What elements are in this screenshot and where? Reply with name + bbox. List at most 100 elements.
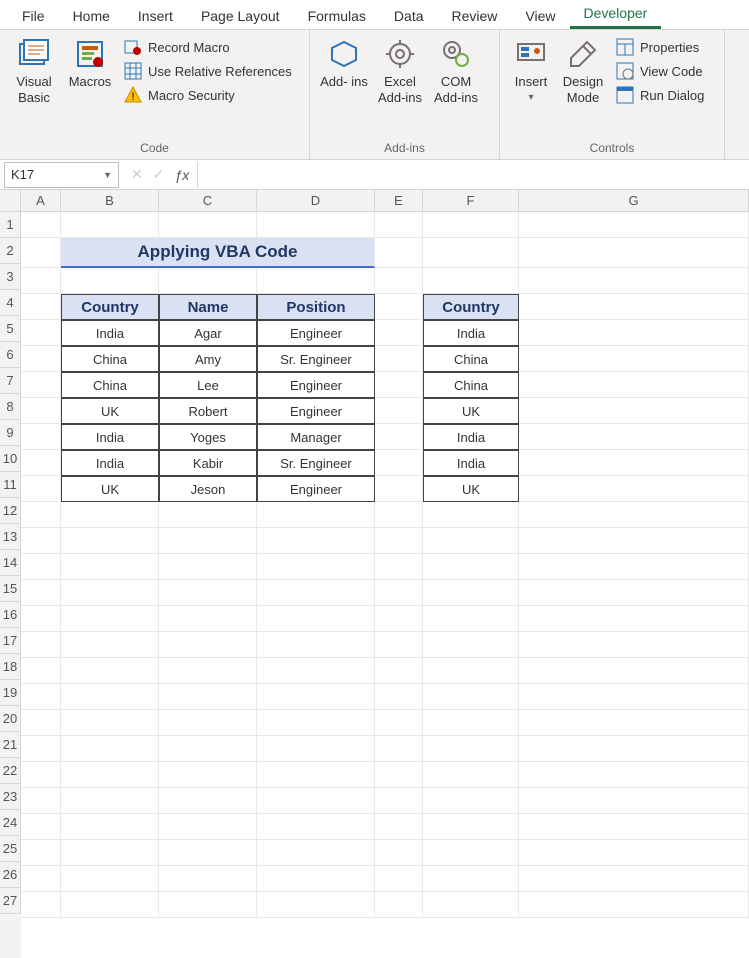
cell[interactable] (159, 892, 257, 918)
cell[interactable]: China (61, 346, 159, 372)
cell[interactable] (257, 788, 375, 814)
cell[interactable] (21, 268, 61, 294)
cell[interactable] (159, 528, 257, 554)
cell[interactable] (423, 580, 519, 606)
tab-developer[interactable]: Developer (570, 0, 662, 29)
cell[interactable] (159, 606, 257, 632)
row-header[interactable]: 21 (0, 732, 21, 758)
cell[interactable]: Jeson (159, 476, 257, 502)
cell[interactable] (61, 762, 159, 788)
cell[interactable] (21, 684, 61, 710)
cell[interactable] (423, 632, 519, 658)
cell[interactable] (519, 866, 749, 892)
cell[interactable] (159, 580, 257, 606)
cell[interactable] (375, 346, 423, 372)
cell[interactable] (159, 632, 257, 658)
cell[interactable] (21, 424, 61, 450)
cell[interactable] (21, 814, 61, 840)
cell[interactable] (257, 892, 375, 918)
cell[interactable] (519, 450, 749, 476)
cell[interactable] (375, 398, 423, 424)
cell[interactable] (423, 658, 519, 684)
cell[interactable] (375, 892, 423, 918)
cell[interactable] (21, 238, 61, 268)
cell[interactable] (159, 554, 257, 580)
cell[interactable] (21, 294, 61, 320)
run-dialog-button[interactable]: Run Dialog (614, 84, 706, 106)
cell[interactable] (519, 840, 749, 866)
cell[interactable] (423, 788, 519, 814)
cell[interactable]: UK (61, 476, 159, 502)
cell[interactable] (21, 372, 61, 398)
cell[interactable] (375, 840, 423, 866)
cell[interactable] (61, 710, 159, 736)
cell[interactable]: Engineer (257, 320, 375, 346)
cell[interactable] (21, 866, 61, 892)
cell[interactable] (61, 840, 159, 866)
cell[interactable] (61, 212, 159, 238)
tab-formulas[interactable]: Formulas (294, 2, 380, 29)
cell[interactable] (61, 658, 159, 684)
cell[interactable] (61, 528, 159, 554)
cell[interactable] (21, 528, 61, 554)
col-header[interactable]: F (423, 190, 519, 212)
cell[interactable] (375, 658, 423, 684)
cell[interactable] (423, 606, 519, 632)
com-addins-button[interactable]: COM Add-ins (428, 34, 484, 109)
cell[interactable] (375, 450, 423, 476)
cell[interactable] (21, 212, 61, 238)
cell[interactable] (519, 424, 749, 450)
cell[interactable]: UK (423, 398, 519, 424)
cell[interactable] (257, 684, 375, 710)
cell[interactable] (375, 554, 423, 580)
cell[interactable] (257, 814, 375, 840)
cell[interactable]: Agar (159, 320, 257, 346)
row-header[interactable]: 16 (0, 602, 21, 628)
cell[interactable]: Engineer (257, 398, 375, 424)
cancel-icon[interactable]: ✕ (131, 166, 143, 183)
cell[interactable] (519, 762, 749, 788)
cell[interactable] (257, 268, 375, 294)
cell[interactable] (257, 554, 375, 580)
cell[interactable] (519, 398, 749, 424)
cell[interactable]: Yoges (159, 424, 257, 450)
cell[interactable]: India (423, 424, 519, 450)
row-header[interactable]: 11 (0, 472, 21, 498)
cell[interactable] (519, 554, 749, 580)
cell[interactable] (257, 840, 375, 866)
cell[interactable] (159, 502, 257, 528)
cell[interactable] (21, 840, 61, 866)
fx-icon[interactable]: ƒx (174, 167, 189, 183)
cell[interactable] (519, 320, 749, 346)
col-header[interactable]: D (257, 190, 375, 212)
row-header[interactable]: 22 (0, 758, 21, 784)
view-code-button[interactable]: View Code (614, 60, 706, 82)
cell[interactable] (21, 606, 61, 632)
cell[interactable] (375, 238, 423, 268)
cell[interactable] (519, 372, 749, 398)
cell[interactable] (423, 736, 519, 762)
cell[interactable] (519, 476, 749, 502)
cell[interactable] (159, 658, 257, 684)
row-header[interactable]: 9 (0, 420, 21, 446)
cell[interactable] (519, 606, 749, 632)
row-header[interactable]: 23 (0, 784, 21, 810)
cell[interactable]: UK (61, 398, 159, 424)
chevron-down-icon[interactable]: ▼ (103, 170, 112, 180)
grid-body[interactable]: Applying VBA CodeCountryNamePositionCoun… (21, 212, 749, 958)
col-header[interactable]: A (21, 190, 61, 212)
cell[interactable] (375, 632, 423, 658)
cell[interactable] (375, 424, 423, 450)
enter-icon[interactable]: ✓ (153, 166, 165, 183)
name-box[interactable]: K17 ▼ (4, 162, 119, 188)
visual-basic-button[interactable]: Visual Basic (6, 34, 62, 109)
cell[interactable]: Lee (159, 372, 257, 398)
cell[interactable] (423, 528, 519, 554)
cell[interactable] (375, 268, 423, 294)
cell[interactable] (61, 580, 159, 606)
cell[interactable] (375, 320, 423, 346)
tab-review[interactable]: Review (438, 2, 512, 29)
cell[interactable] (159, 840, 257, 866)
cell[interactable]: India (423, 450, 519, 476)
insert-button[interactable]: Insert ▾ (506, 34, 556, 107)
